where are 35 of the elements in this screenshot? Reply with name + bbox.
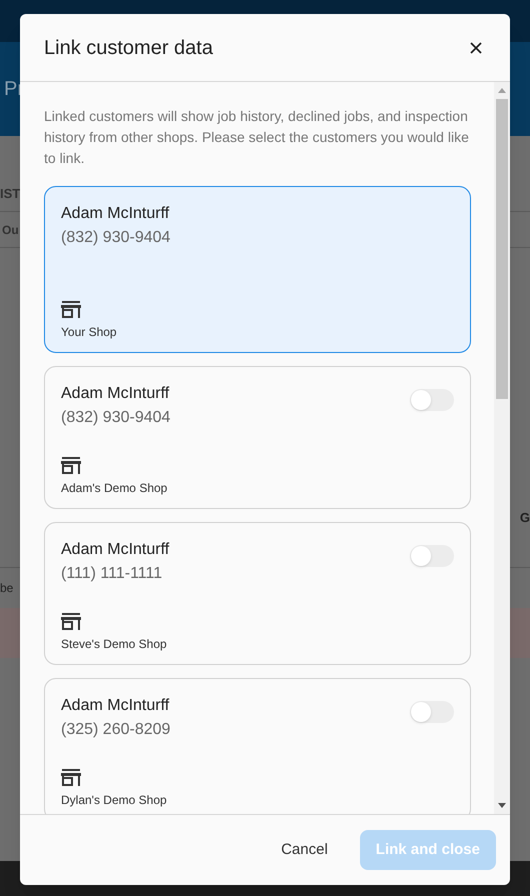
customer-name: Adam McInturff [61,384,170,404]
row-text: be [0,580,14,597]
shop-name: Dylan's Demo Shop [61,792,168,808]
customer-phone: (832) 930-9404 [61,408,170,428]
intro-text: Linked customers will show job history, declined jobs, and inspection history from other shops. Please select the customers you would like to link. [44,107,470,168]
scroll-down-icon [498,803,506,808]
close-icon [470,42,482,54]
cancel-button[interactable]: Cancel [281,838,328,862]
customer-phone: (111) 111-1111 [61,564,164,584]
customer-card[interactable]: Adam McInturff (832) 930-9404 Adam's Demo Shop [44,366,471,509]
customer-card[interactable]: Adam McInturff (325) 260-8209 Dylan's Demo Shop [44,678,471,814]
customer-phone: (325) 260-8209 [61,720,170,740]
customer-name: Adam McInturff [61,204,170,224]
column-header: Ou [2,222,19,238]
link-toggle[interactable] [410,389,454,411]
shop-name: Adam's Demo Shop [61,480,168,496]
customer-card[interactable]: Adam McInturff (111) 111-1111 Steve's Demo Shop [44,522,471,665]
customer-name: Adam McInturff [61,540,170,560]
dialog-title: Link customer data [44,36,213,60]
scrollbar-thumb[interactable] [496,99,508,399]
store-icon [61,612,81,630]
store-icon [61,768,81,786]
customer-card[interactable]: Adam McInturff (832) 930-9404 Your Shop [44,186,471,353]
shop-name: Steve's Demo Shop [61,636,168,652]
section-label: IST [0,184,20,203]
customer-phone: (832) 930-9404 [61,228,170,248]
scrollbar[interactable] [494,82,510,814]
store-icon [61,300,81,318]
column-header: G [520,508,530,527]
customer-name: Adam McInturff [61,696,170,716]
link-toggle[interactable] [410,701,454,723]
shop-name: Your Shop [61,324,118,340]
link-toggle[interactable] [410,545,454,567]
scroll-up-icon [498,88,506,93]
store-icon [61,456,81,474]
